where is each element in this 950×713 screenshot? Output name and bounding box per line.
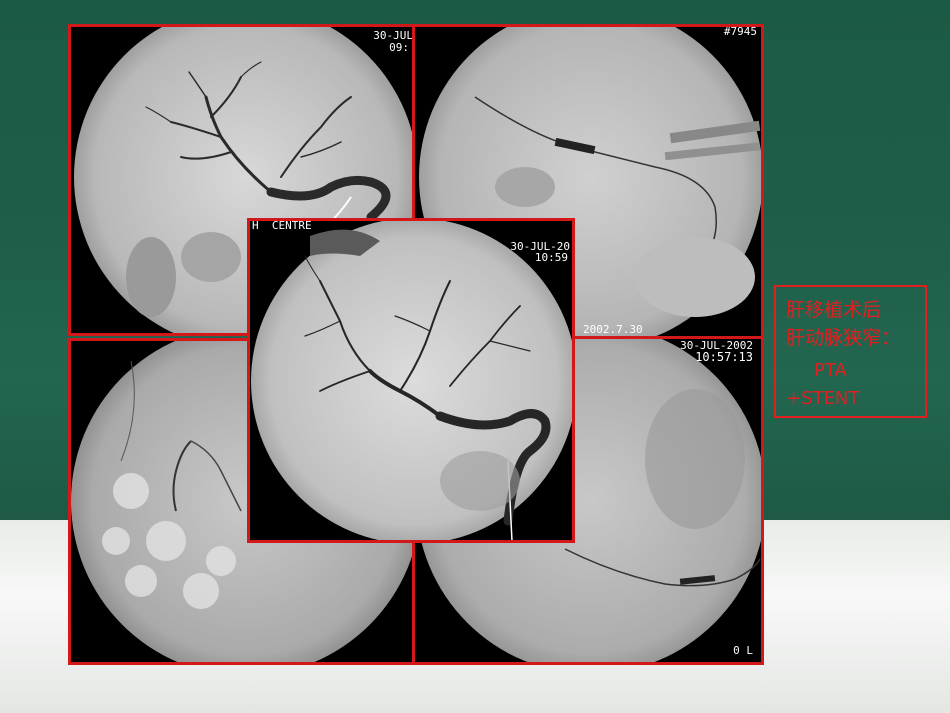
caption-line-4: +STENT [786,388,860,409]
stamp-header: H CENTRE [252,219,312,232]
stamp-time: 10:59 [534,251,568,264]
stamp-corner: 0 L [733,644,753,657]
caption-line-3: PTA [814,360,847,381]
stamp-time: 10:57:13 [695,350,753,364]
stamp-date: 30-JUL [373,29,413,42]
angiogram-center: H CENTRE 30-JUL-20 10:59 [247,218,575,543]
stamp-corner: #7945 [723,25,757,38]
caption-line-1: 肝移植术后 [786,299,882,321]
stamp-time: 09: [389,41,409,54]
caption-box: 肝移植术后 肝动脉狭窄： PTA +STENT [774,285,927,418]
caption-line-2: 肝动脉狭窄： [786,327,901,349]
stamp-date-bottom: 2002.7.30 [583,323,643,336]
